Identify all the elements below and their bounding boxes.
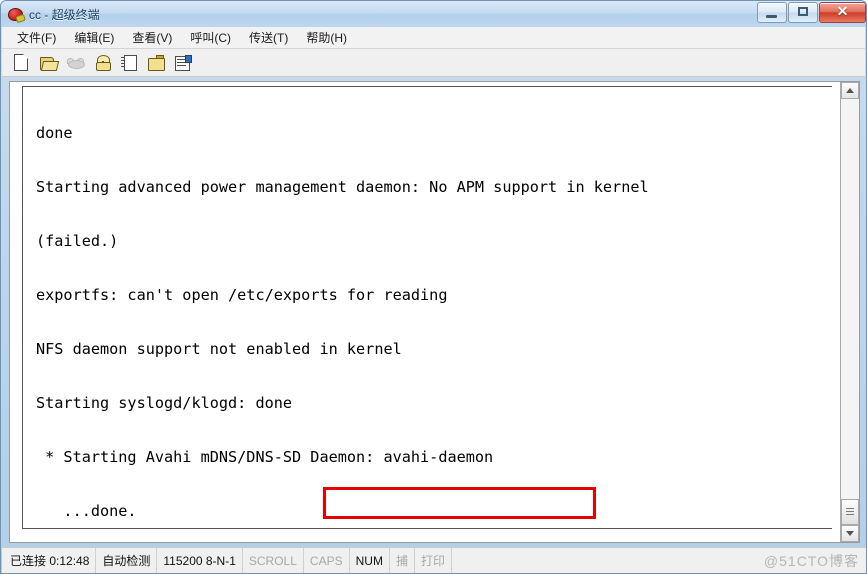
terminal-output: done Starting advanced power management … bbox=[20, 84, 840, 542]
minimize-icon bbox=[766, 15, 777, 18]
scrollbar-track[interactable] bbox=[841, 99, 859, 525]
scrollbar-grip-icon bbox=[846, 508, 854, 515]
status-spacer bbox=[452, 548, 756, 573]
phone-hangup-icon bbox=[66, 57, 85, 69]
watermark: @51CTO博客 bbox=[763, 552, 859, 569]
scroll-down-arrow-icon bbox=[846, 531, 854, 536]
close-icon: ✕ bbox=[836, 3, 849, 19]
highlight-rectangle bbox=[323, 487, 596, 519]
menu-view[interactable]: 查看(V) bbox=[123, 27, 181, 48]
menu-help[interactable]: 帮助(H) bbox=[297, 27, 356, 48]
window-title: cc - 超级终端 bbox=[29, 7, 100, 22]
title-bar: cc - 超级终端 ✕ bbox=[1, 1, 866, 27]
send-file-icon bbox=[121, 55, 137, 71]
status-autodetect: 自动检测 bbox=[96, 548, 158, 573]
terminal-line: exportfs: can't open /etc/exports for re… bbox=[36, 286, 448, 304]
toolbar bbox=[2, 49, 865, 77]
maximize-icon bbox=[798, 7, 808, 16]
properties-button[interactable] bbox=[171, 51, 195, 75]
terminal-line: done bbox=[36, 124, 73, 142]
menu-edit[interactable]: 编辑(E) bbox=[65, 27, 123, 48]
phone-call-icon bbox=[94, 54, 111, 71]
terminal-line: NFS daemon support not enabled in kernel bbox=[36, 340, 402, 358]
status-connected: 已连接 0:12:48 bbox=[2, 548, 97, 573]
call-button[interactable] bbox=[90, 51, 114, 75]
new-document-icon bbox=[14, 54, 28, 71]
terminal-line: (failed.) bbox=[36, 232, 119, 250]
send-file-button[interactable] bbox=[117, 51, 141, 75]
close-button[interactable]: ✕ bbox=[819, 2, 866, 23]
open-folder-icon bbox=[40, 56, 60, 71]
terminal-line: * Starting Avahi mDNS/DNS-SD Daemon: ava… bbox=[36, 448, 494, 466]
status-num: NUM bbox=[350, 548, 390, 573]
status-bar: 已连接 0:12:48 自动检测 115200 8-N-1 SCROLL CAP… bbox=[2, 547, 866, 573]
status-port-settings: 115200 8-N-1 bbox=[157, 548, 243, 573]
terminal-scrollbar[interactable] bbox=[840, 82, 859, 542]
properties-icon bbox=[174, 55, 192, 71]
menu-call[interactable]: 呼叫(C) bbox=[181, 27, 240, 48]
open-connection-button[interactable] bbox=[36, 51, 60, 75]
menu-file[interactable]: 文件(F) bbox=[8, 27, 65, 48]
hyperterminal-icon bbox=[6, 5, 26, 24]
menu-transfer[interactable]: 传送(T) bbox=[240, 27, 297, 48]
receive-file-button[interactable] bbox=[144, 51, 168, 75]
scroll-up-button[interactable] bbox=[841, 82, 859, 99]
scrollbar-thumb[interactable] bbox=[841, 499, 859, 525]
new-connection-button[interactable] bbox=[9, 51, 33, 75]
terminal-viewport[interactable]: done Starting advanced power management … bbox=[10, 82, 840, 542]
menu-bar: 文件(F) 编辑(E) 查看(V) 呼叫(C) 传送(T) 帮助(H) bbox=[2, 27, 865, 49]
status-scroll: SCROLL bbox=[243, 548, 304, 573]
terminal-line: Starting advanced power management daemo… bbox=[36, 178, 649, 196]
scroll-up-arrow-icon bbox=[846, 88, 854, 93]
window-controls: ✕ bbox=[757, 2, 866, 23]
scroll-down-button[interactable] bbox=[841, 525, 859, 542]
status-print: 打印 bbox=[415, 548, 452, 573]
maximize-button[interactable] bbox=[788, 2, 818, 23]
disconnect-button[interactable] bbox=[63, 51, 87, 75]
receive-file-icon bbox=[147, 55, 165, 71]
status-caps: CAPS bbox=[304, 548, 350, 573]
hyperterminal-window: cc - 超级终端 ✕ 文件(F) 编辑(E) 查看(V) 呼叫(C) 传送(T… bbox=[0, 0, 867, 574]
status-capture: 捕 bbox=[390, 548, 415, 573]
terminal-line: Starting syslogd/klogd: done bbox=[36, 394, 293, 412]
terminal-area[interactable]: done Starting advanced power management … bbox=[9, 81, 860, 543]
minimize-button[interactable] bbox=[757, 2, 787, 23]
